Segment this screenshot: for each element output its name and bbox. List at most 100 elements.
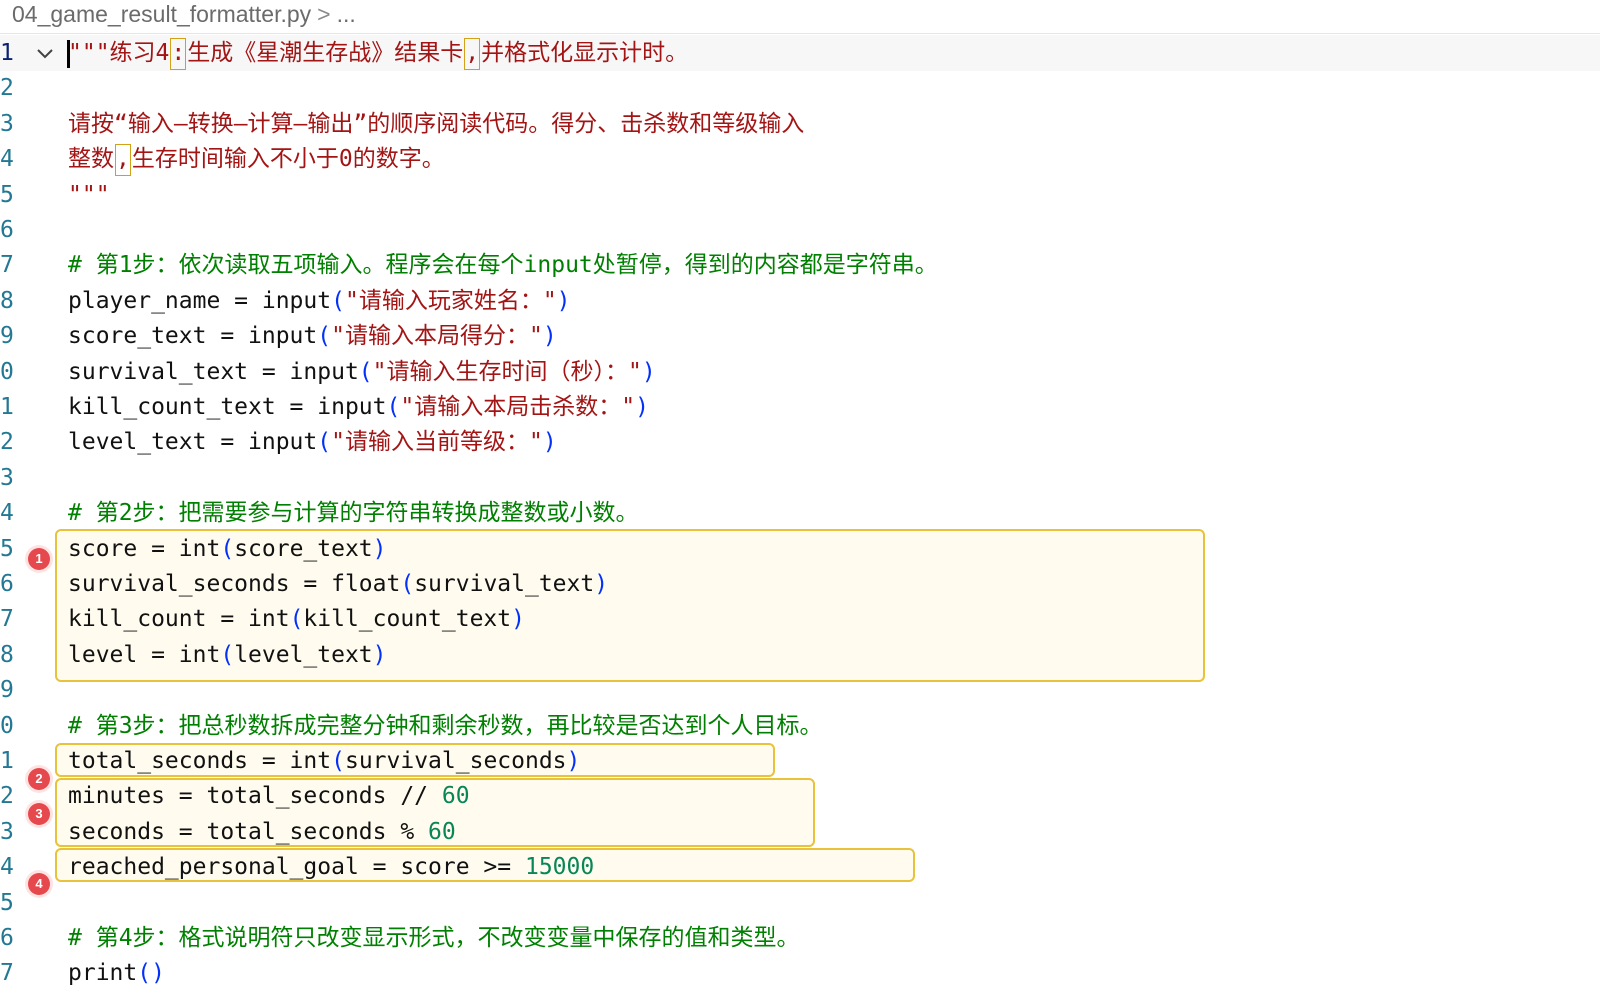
code-token: ) (372, 641, 387, 668)
code-token: 60 (441, 783, 470, 810)
code-token: ( (317, 323, 332, 350)
code-line[interactable]: 8 player_name = input("请输入玩家姓名：") (0, 283, 1600, 319)
line-number: 2 (0, 783, 14, 810)
code-token: """练习4 (68, 40, 170, 66)
code-token: "请输入当前等级：" (331, 429, 543, 456)
code-line[interactable]: 9 (0, 672, 1600, 708)
code-token: survival_text (414, 571, 595, 597)
code-line[interactable]: 6 survival_seconds = float(survival_text) (0, 566, 1600, 602)
breadcrumb-more[interactable]: ... (337, 1, 356, 27)
code-line[interactable]: 4 # 第2步：把需要参与计算的字符串转换成整数或小数。 (0, 495, 1600, 531)
code-line[interactable]: 0 # 第3步：把总秒数拆成完整分钟和剩余秒数，再比较是否达到个人目标。 (0, 708, 1600, 744)
code-line[interactable]: 6 (0, 212, 1600, 248)
code-text: # 第2步：把需要参与计算的字符串转换成整数或小数。 (68, 495, 639, 531)
line-number: 1 (0, 40, 14, 66)
code-text: minutes = total_seconds // 60 (68, 778, 470, 814)
code-token: kill_count_text (303, 606, 512, 633)
code-token: ) (635, 394, 649, 420)
code-line[interactable]: 1 kill_count_text = input("请输入本局击杀数：") (0, 389, 1600, 425)
code-token: survival_seconds (344, 748, 567, 774)
line-number: 5 (0, 889, 14, 916)
code-token: 并格式化显示计时。 (481, 40, 689, 66)
code-line[interactable]: 7 # 第1步：依次读取五项输入。程序会在每个input处暂停，得到的内容都是字符… (0, 247, 1600, 283)
code-text: kill_count = int(kill_count_text) (68, 601, 525, 637)
code-token: ( (220, 641, 235, 668)
code-text: # 第4步：格式说明符只改变显示形式，不改变变量中保存的值和类型。 (68, 920, 800, 956)
annotation-badge-1: 1 (28, 548, 50, 570)
code-line[interactable]: 2 level_text = input("请输入当前等级：") (0, 424, 1600, 460)
code-line[interactable]: 8 level = int(level_text) (0, 637, 1600, 673)
code-token: print (68, 960, 138, 987)
chevron-right-icon: > (317, 1, 331, 27)
code-text: player_name = input("请输入玩家姓名：") (68, 283, 571, 319)
code-token: ( (317, 429, 332, 456)
code-token: ( (289, 606, 304, 633)
code-line[interactable]: 5 (0, 885, 1600, 921)
line-number: 0 (0, 712, 14, 739)
code-line[interactable]: 7 print() (0, 955, 1600, 991)
code-text: score_text = input("请输入本局得分：") (68, 318, 557, 354)
code-text: total_seconds = int(survival_seconds) (68, 743, 580, 779)
code-token: 请按“输入—转换—计算—输出”的顺序阅读代码。得分、击杀数和等级输入 (68, 110, 805, 137)
code-line[interactable]: 1 total_seconds = int(survival_seconds) (0, 743, 1600, 779)
line-number: 4 (0, 500, 14, 527)
code-token: "请输入玩家姓名：" (344, 287, 557, 314)
breadcrumb-file[interactable]: 04_game_result_formatter.py (12, 1, 311, 27)
code-line[interactable]: 5 """ (0, 177, 1600, 213)
line-number: 8 (0, 287, 14, 314)
code-line[interactable]: 1 """练习4:生成《星潮生存战》结果卡,并格式化显示计时。 (0, 35, 1600, 71)
code-token: level_text = input (68, 429, 318, 456)
line-number: 4 (0, 146, 14, 173)
code-token: minutes = total_seconds // (68, 783, 442, 810)
code-token: ) (594, 571, 609, 597)
code-token: 15000 (524, 854, 595, 881)
line-number: 4 (0, 854, 14, 881)
annotation-badge-3: 3 (28, 803, 50, 825)
code-line[interactable]: 9 score_text = input("请输入本局得分：") (0, 318, 1600, 354)
code-token: , (115, 143, 131, 176)
fold-chevron-down-icon[interactable] (34, 42, 56, 64)
code-token: ( (400, 571, 415, 597)
code-token: ( (386, 394, 401, 420)
code-line[interactable]: 4 reached_personal_goal = score >= 15000 (0, 849, 1600, 885)
code-text: survival_seconds = float(survival_text) (68, 566, 608, 602)
code-token: "请输入本局击杀数：" (400, 394, 636, 420)
code-token: # 第2步：把需要参与计算的字符串转换成整数或小数。 (68, 500, 639, 527)
code-token: kill_count = int (68, 606, 290, 633)
line-number: 1 (0, 394, 14, 420)
code-editor[interactable]: 1 """练习4:生成《星潮生存战》结果卡,并格式化显示计时。 2 3 请按“输入—转换… (0, 35, 1600, 1000)
code-text: level_text = input("请输入当前等级：") (68, 424, 557, 460)
annotation-badge-2: 2 (28, 768, 50, 790)
code-token: ) (641, 358, 656, 385)
line-number: 5 (0, 535, 14, 562)
code-line[interactable]: 3 请按“输入—转换—计算—输出”的顺序阅读代码。得分、击杀数和等级输入 (0, 106, 1600, 142)
code-token: ( (331, 748, 345, 774)
code-line[interactable]: 0 survival_text = input("请输入生存时间（秒）：") (0, 354, 1600, 390)
code-token: survival_text = input (68, 358, 359, 385)
code-token: ) (566, 748, 581, 774)
code-line[interactable]: 3 (0, 460, 1600, 496)
code-token: # 第3步：把总秒数拆成完整分钟和剩余秒数，再比较是否达到个人目标。 (68, 712, 823, 739)
line-number: 7 (0, 960, 14, 987)
code-text: 整数,生存时间输入不小于0的数字。 (68, 141, 445, 177)
code-line[interactable]: 7 kill_count = int(kill_count_text) (0, 601, 1600, 637)
line-number: 9 (0, 677, 14, 704)
code-token: score = int (68, 535, 221, 562)
code-line[interactable]: 4 整数,生存时间输入不小于0的数字。 (0, 141, 1600, 177)
code-text: score = int(score_text) (68, 531, 387, 567)
code-token: # 第1步：依次读取五项输入。程序会在每个input处暂停，得到的内容都是字符串… (68, 252, 938, 279)
code-line[interactable]: 2 (0, 70, 1600, 106)
code-line[interactable]: 6 # 第4步：格式说明符只改变显示形式，不改变变量中保存的值和类型。 (0, 920, 1600, 956)
line-number: 3 (0, 110, 14, 137)
code-token: 整数 (68, 146, 114, 173)
code-text: # 第3步：把总秒数拆成完整分钟和剩余秒数，再比较是否达到个人目标。 (68, 708, 823, 744)
code-line[interactable]: 3 seconds = total_seconds % 60 (0, 814, 1600, 850)
code-line[interactable]: 5 score = int(score_text) (0, 531, 1600, 567)
code-text: kill_count_text = input("请输入本局击杀数：") (68, 389, 649, 425)
line-number: 6 (0, 217, 14, 243)
code-token: survival_seconds = float (68, 571, 401, 597)
code-text: reached_personal_goal = score >= 15000 (68, 849, 594, 885)
code-line[interactable]: 2 minutes = total_seconds // 60 (0, 778, 1600, 814)
line-number: 5 (0, 181, 14, 208)
line-number: 2 (0, 75, 14, 102)
